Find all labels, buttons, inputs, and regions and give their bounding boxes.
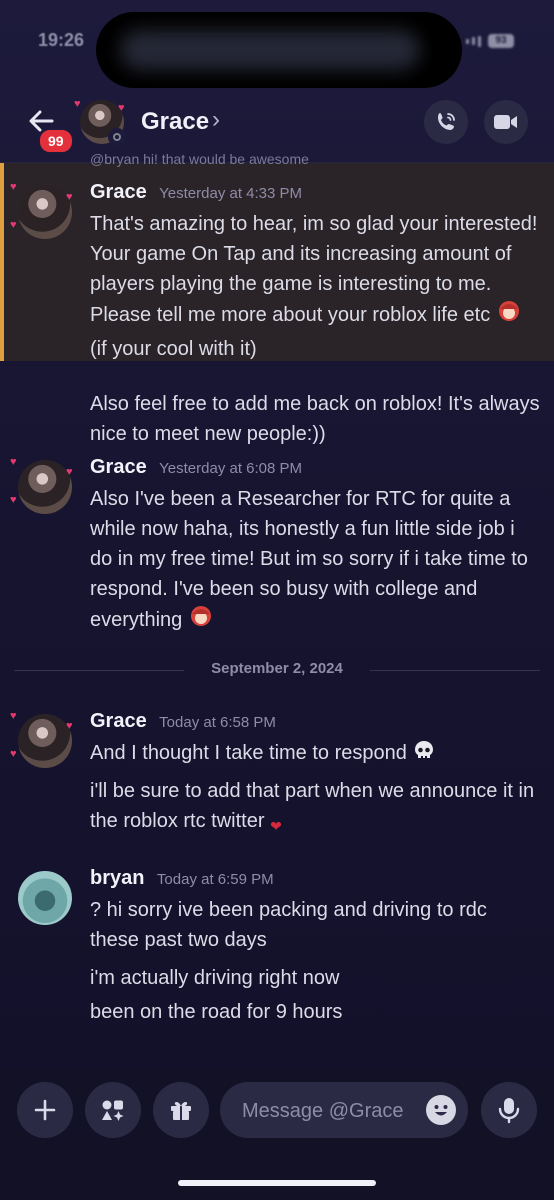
signal-icon (466, 38, 469, 44)
message-line: That's amazing to hear, im so glad your … (90, 213, 538, 326)
signal-icon (472, 37, 475, 45)
message-text[interactable]: i'm actually driving right now (90, 963, 540, 993)
heart-decoration-icon: ♥ (10, 456, 17, 468)
reply-preview[interactable]: @bryan hi! that would be awesome (90, 151, 309, 167)
date-divider-label: September 2, 2024 (211, 660, 343, 677)
emoji-picker-button[interactable] (426, 1095, 456, 1125)
add-attachment-button[interactable] (17, 1082, 73, 1138)
smiley-icon (428, 1097, 454, 1123)
heart-decoration-icon: ♥ (118, 102, 125, 114)
heart-decoration-icon: ♥ (74, 98, 81, 110)
video-call-button[interactable] (484, 100, 528, 144)
avatar[interactable] (18, 871, 72, 925)
avatar-image (18, 714, 72, 768)
blurred-notification (120, 30, 420, 70)
apps-icon (102, 1100, 124, 1121)
header-avatar[interactable]: ♥ ♥ (74, 98, 126, 146)
message-text[interactable]: been on the road for 9 hours (90, 997, 540, 1027)
signal-icon (478, 35, 481, 47)
message-text[interactable]: ? hi sorry ive been packing and driving … (90, 895, 540, 955)
message-line: i'll be sure to add that part when we an… (90, 780, 535, 832)
apps-button[interactable] (85, 1082, 141, 1138)
avatar-image (18, 185, 72, 239)
heart-decoration-icon: ♥ (10, 710, 17, 722)
heart-decoration-icon: ♥ (10, 219, 17, 231)
message-header: Grace Today at 6:58 PM (90, 710, 276, 733)
message-header: Grace Yesterday at 6:08 PM (90, 456, 302, 479)
message-list[interactable]: @bryan hi! that would be awesome ♥ ♥ ♥ G… (0, 151, 554, 1070)
plus-icon (34, 1099, 56, 1121)
author-name[interactable]: Grace (90, 710, 147, 732)
gift-icon (171, 1101, 191, 1120)
status-time: 19:26 (38, 30, 85, 50)
heart-decoration-icon: ♥ (10, 181, 17, 193)
author-name[interactable]: bryan (90, 867, 144, 889)
dynamic-island (96, 12, 462, 88)
timestamp: Yesterday at 6:08 PM (159, 460, 303, 477)
message-header: Grace Yesterday at 4:33 PM (90, 181, 302, 204)
heart-decoration-icon: ♥ (10, 494, 17, 506)
chevron-right-icon[interactable]: › (212, 106, 220, 134)
message-text[interactable]: i'll be sure to add that part when we an… (90, 776, 540, 841)
date-divider: September 2, 2024 (14, 660, 540, 680)
message-text[interactable]: Also I've been a Researcher for RTC for … (90, 484, 540, 639)
voice-message-button[interactable] (481, 1082, 537, 1138)
heart-decoration-icon: ♥ (10, 748, 17, 760)
voice-call-button[interactable] (424, 100, 468, 144)
message-text[interactable]: And I thought I take time to respond (90, 738, 540, 772)
timestamp: Today at 6:58 PM (159, 714, 276, 731)
gift-button[interactable] (153, 1082, 209, 1138)
author-name[interactable]: Grace (90, 181, 147, 203)
avatar[interactable]: ♥ ♥ ♥ (10, 181, 73, 239)
phone-icon (438, 113, 455, 130)
avatar[interactable]: ♥ ♥ ♥ (10, 710, 73, 768)
message-line: And I thought I take time to respond (90, 742, 407, 764)
anime-girl-emoji-icon (496, 299, 522, 334)
heart-decoration-icon: ♥ (66, 720, 73, 732)
message-text[interactable]: Also feel free to add me back on roblox!… (90, 389, 540, 449)
microphone-icon (498, 1098, 520, 1124)
video-camera-icon (494, 115, 517, 129)
battery-icon: 93 (488, 34, 514, 48)
unread-badge: 99 (38, 128, 74, 154)
anime-girl-emoji-icon (188, 604, 214, 639)
heart-decoration-icon: ♥ (66, 466, 73, 478)
message-text[interactable]: That's amazing to hear, im so glad your … (90, 209, 540, 364)
avatar-image (18, 460, 72, 514)
message-header: bryan Today at 6:59 PM (90, 867, 274, 890)
contact-name[interactable]: Grace (141, 108, 209, 136)
home-indicator[interactable] (178, 1180, 376, 1186)
avatar-image (18, 871, 72, 925)
heart-decoration-icon: ♥ (66, 191, 73, 203)
timestamp: Today at 6:59 PM (156, 871, 274, 888)
message-input[interactable] (240, 1082, 414, 1140)
message-line: (if your cool with it) (90, 338, 257, 360)
status-bar: 19:26 93 (0, 0, 554, 90)
author-name[interactable]: Grace (90, 456, 147, 478)
message-input-container[interactable] (220, 1082, 468, 1140)
timestamp: Yesterday at 4:33 PM (159, 185, 303, 202)
message-line: Also I've been a Researcher for RTC for … (90, 488, 528, 631)
avatar[interactable]: ♥ ♥ ♥ (10, 456, 73, 514)
skull-emoji-icon (412, 739, 436, 772)
heart-emoji-icon: ❤ (270, 818, 282, 834)
status-icons: 93 (466, 34, 514, 48)
status-indicator (108, 128, 126, 146)
